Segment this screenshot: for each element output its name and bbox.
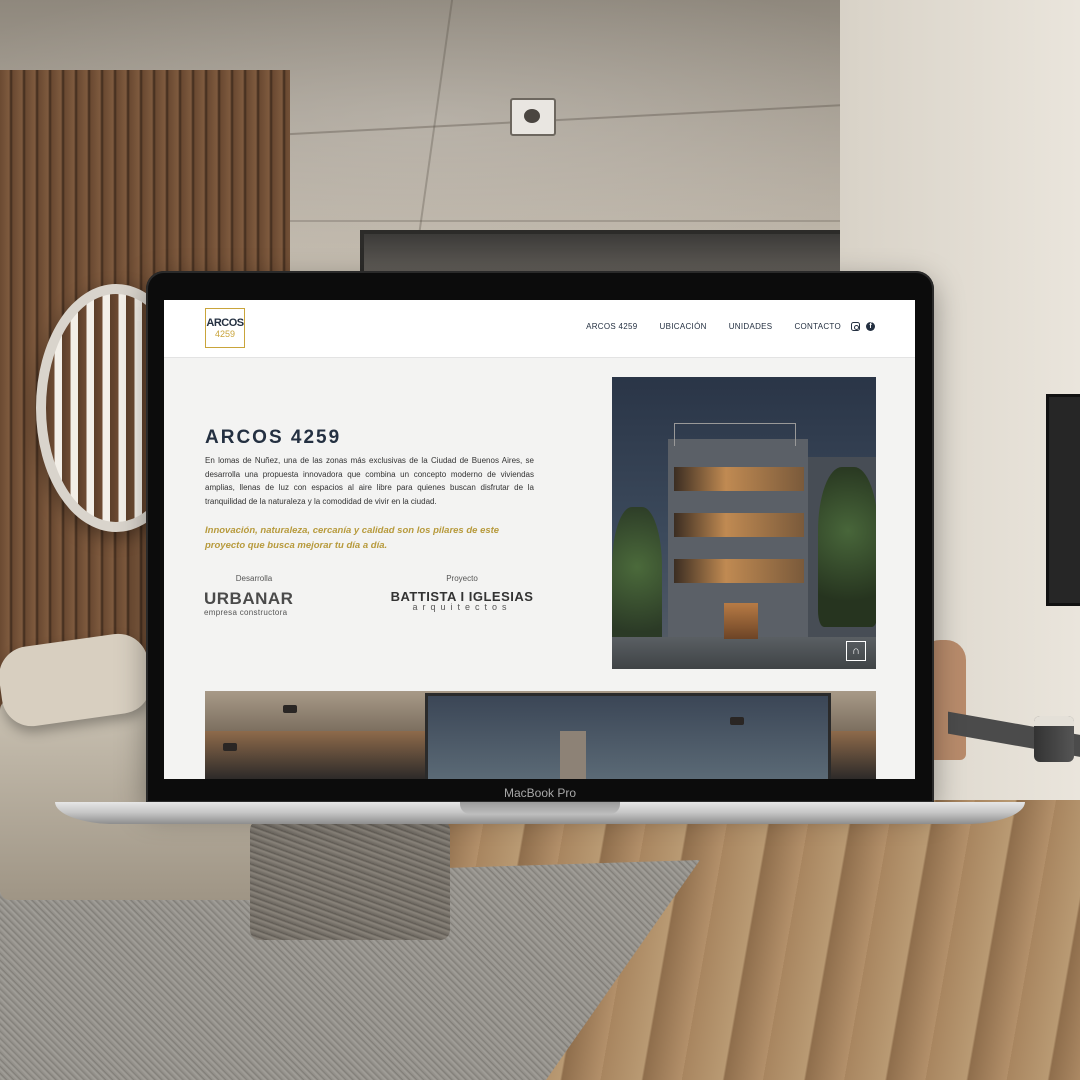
nav-item-ubicacion[interactable]: UBICACIÓN	[660, 322, 707, 331]
hero-quote: Innovación, naturaleza, cercanía y calid…	[205, 525, 500, 551]
balcony-floor	[674, 559, 804, 583]
developer-caption: Desarrolla	[235, 574, 273, 583]
nav-item-contacto[interactable]: CONTACTO	[794, 322, 841, 331]
arch-logo-icon: ∩	[846, 641, 866, 661]
device-label: MacBook Pro	[503, 786, 577, 800]
tree	[612, 507, 662, 657]
interior-spotlight	[730, 717, 744, 725]
candle	[1034, 716, 1074, 762]
interior-spotlight	[283, 705, 297, 713]
balcony-floor	[674, 467, 804, 491]
developer-tagline: empresa constructora	[204, 608, 288, 617]
tree	[818, 467, 876, 627]
interior-window	[425, 693, 831, 779]
logo-line2: 4259	[214, 328, 236, 339]
nav-item-unidades[interactable]: UNIDADES	[729, 322, 773, 331]
instagram-icon[interactable]	[851, 322, 860, 331]
building-render-image: ∩	[612, 377, 876, 669]
throw-blanket	[250, 820, 450, 940]
entrance	[724, 603, 758, 639]
developer-logo: URBANAR	[204, 589, 294, 608]
ceiling-spotlight	[510, 98, 556, 136]
rooftop-railing	[674, 423, 796, 446]
street	[612, 637, 876, 669]
architect-caption: Proyecto	[446, 574, 478, 583]
interior-column	[560, 731, 586, 779]
developer-credit: Desarrolla URBANAR empresa constructora	[204, 574, 304, 617]
wall-tv	[1046, 394, 1080, 606]
interior-render-image	[205, 691, 876, 779]
balcony-floor	[674, 513, 804, 537]
site-logo[interactable]: ARCOS 4259	[205, 308, 245, 348]
page-title: ARCOS 4259	[205, 427, 342, 448]
main-nav: ARCOS 4259 UBICACIÓN UNIDADES CONTACTO f	[564, 322, 875, 331]
nav-item-arcos[interactable]: ARCOS 4259	[586, 322, 637, 331]
laptop-screen: ARCOS 4259 ARCOS 4259 UBICACIÓN UNIDADES…	[164, 300, 915, 779]
logo-line1: ARCOS	[206, 316, 244, 329]
facebook-icon[interactable]: f	[866, 322, 875, 331]
hero-description: En lomas de Nuñez, una de las zonas más …	[205, 456, 534, 506]
laptop-notch	[460, 802, 620, 814]
architect-credit: Proyecto BATTISTA I IGLESIAS arquitectos	[387, 574, 537, 612]
site-header: ARCOS 4259 ARCOS 4259 UBICACIÓN UNIDADES…	[164, 300, 915, 358]
interior-spotlight	[223, 743, 237, 751]
